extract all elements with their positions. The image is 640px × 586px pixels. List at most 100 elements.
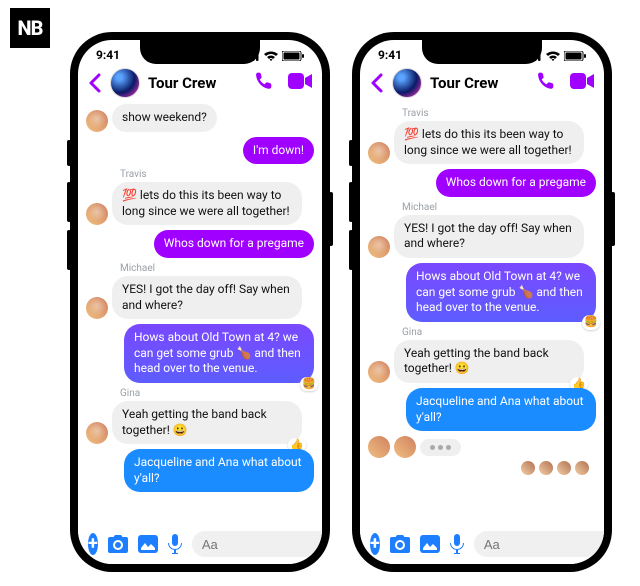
message-row: Yeah getting the band back together! 😀👍 [86, 401, 314, 444]
back-button[interactable] [88, 73, 102, 93]
message-bubble[interactable]: Whos down for a pregame [436, 169, 596, 197]
notch [140, 40, 260, 64]
gallery-icon[interactable] [138, 533, 158, 555]
message-list[interactable]: Travis 💯 lets do this its been way to lo… [360, 104, 604, 496]
avatar [368, 436, 390, 458]
side-button [611, 192, 615, 246]
logo-text: NB [18, 16, 43, 40]
message-row: Jacqueline and Ana what about y'all? [368, 388, 596, 431]
sender-name: Travis [402, 108, 596, 119]
gallery-icon[interactable] [420, 533, 440, 555]
side-button [67, 182, 71, 222]
message-bubble[interactable]: 💯 lets do this its been way to long sinc… [112, 182, 302, 225]
wifi-icon [263, 51, 279, 61]
wifi-icon [545, 51, 561, 61]
message-text: Hows about Old Town at 4? we can get som… [134, 330, 301, 375]
receipt-avatar [556, 460, 572, 476]
message-text: Hows about Old Town at 4? we can get som… [416, 269, 583, 314]
call-icon[interactable] [254, 71, 274, 95]
reaction[interactable]: 🍔 [582, 315, 600, 329]
message-bubble[interactable]: Hows about Old Town at 4? we can get som… [124, 324, 314, 383]
receipt-avatar [538, 460, 554, 476]
sender-name: Gina [120, 388, 314, 399]
screen: 9:41 Tour Crew Travis [360, 40, 604, 564]
composer: + [78, 524, 322, 564]
sender-name: Michael [402, 202, 596, 213]
plus-button[interactable]: + [370, 533, 380, 555]
message-text: Yeah getting the band back together! 😀 [122, 407, 267, 437]
avatar[interactable] [86, 422, 108, 444]
typing-indicator-row [368, 436, 596, 458]
message-bubble[interactable]: I'm down! [243, 137, 314, 165]
camera-icon[interactable] [108, 533, 128, 555]
message-bubble[interactable]: show weekend? [112, 104, 217, 132]
message-bubble[interactable]: Jacqueline and Ana what about y'all? [124, 449, 314, 492]
chat-avatar[interactable] [110, 68, 140, 98]
mic-icon[interactable] [168, 533, 182, 555]
message-bubble[interactable]: 💯 lets do this its been way to long sinc… [394, 121, 584, 164]
message-row: Whos down for a pregame [368, 169, 596, 197]
receipt-avatar [520, 460, 536, 476]
sender-name: Michael [120, 263, 314, 274]
message-bubble[interactable]: YES! I got the day off! Say when and whe… [394, 215, 584, 258]
message-bubble[interactable]: Hows about Old Town at 4? we can get som… [406, 263, 596, 322]
video-icon[interactable] [288, 73, 312, 93]
sender-name: Gina [402, 327, 596, 338]
side-button [329, 192, 333, 246]
read-receipts [368, 460, 596, 476]
message-input[interactable] [474, 531, 604, 557]
chat-title[interactable]: Tour Crew [148, 74, 246, 92]
message-row: YES! I got the day off! Say when and whe… [86, 276, 314, 319]
message-row: YES! I got the day off! Say when and whe… [368, 215, 596, 258]
video-icon[interactable] [570, 73, 594, 93]
avatar[interactable] [368, 142, 390, 164]
avatar[interactable] [368, 361, 390, 383]
message-bubble[interactable]: Jacqueline and Ana what about y'all? [406, 388, 596, 431]
message-bubble[interactable]: Whos down for a pregame [154, 230, 314, 258]
camera-icon[interactable] [390, 533, 410, 555]
chat-avatar[interactable] [392, 68, 422, 98]
status-time: 9:41 [378, 48, 402, 62]
side-button [67, 140, 71, 166]
battery-icon [282, 51, 304, 61]
composer: + [360, 524, 604, 564]
chat-header: Tour Crew [360, 64, 604, 104]
mic-icon[interactable] [450, 533, 464, 555]
avatar[interactable] [86, 203, 108, 225]
message-row: Hows about Old Town at 4? we can get som… [86, 324, 314, 383]
side-button [349, 230, 353, 270]
site-logo: NB [10, 8, 50, 48]
receipt-avatar [574, 460, 590, 476]
stage: NB 9:41 Tour Crew [0, 0, 640, 586]
message-row: Yeah getting the band back together! 😀👍 [368, 340, 596, 383]
battery-icon [564, 51, 586, 61]
side-button [67, 230, 71, 270]
sender-name: Travis [120, 169, 314, 180]
message-bubble[interactable]: Yeah getting the band back together! 😀👍 [112, 401, 302, 444]
message-row: 💯 lets do this its been way to long sinc… [368, 121, 596, 164]
avatar [394, 436, 416, 458]
status-time: 9:41 [96, 48, 120, 62]
plus-button[interactable]: + [88, 533, 98, 555]
message-input[interactable] [192, 531, 322, 557]
message-row: I'm down! [86, 137, 314, 165]
message-bubble[interactable]: YES! I got the day off! Say when and whe… [112, 276, 302, 319]
avatar[interactable] [86, 110, 108, 132]
message-row: show weekend? [86, 104, 314, 132]
reaction[interactable]: 🍔 [300, 377, 318, 391]
phone-right: 9:41 Tour Crew Travis [352, 32, 612, 572]
avatar[interactable] [368, 236, 390, 258]
message-bubble[interactable]: Yeah getting the band back together! 😀👍 [394, 340, 584, 383]
avatar[interactable] [86, 297, 108, 319]
back-button[interactable] [370, 73, 384, 93]
chat-title[interactable]: Tour Crew [430, 74, 528, 92]
chat-header: Tour Crew [78, 64, 322, 104]
phone-left: 9:41 Tour Crew show week [70, 32, 330, 572]
typing-indicator [420, 439, 461, 456]
message-row: Whos down for a pregame [86, 230, 314, 258]
call-icon[interactable] [536, 71, 556, 95]
message-list[interactable]: show weekend? I'm down! Travis 💯 lets do… [78, 104, 322, 496]
message-row: Jacqueline and Ana what about y'all? [86, 449, 314, 492]
message-row: Hows about Old Town at 4? we can get som… [368, 263, 596, 322]
notch [422, 40, 542, 64]
